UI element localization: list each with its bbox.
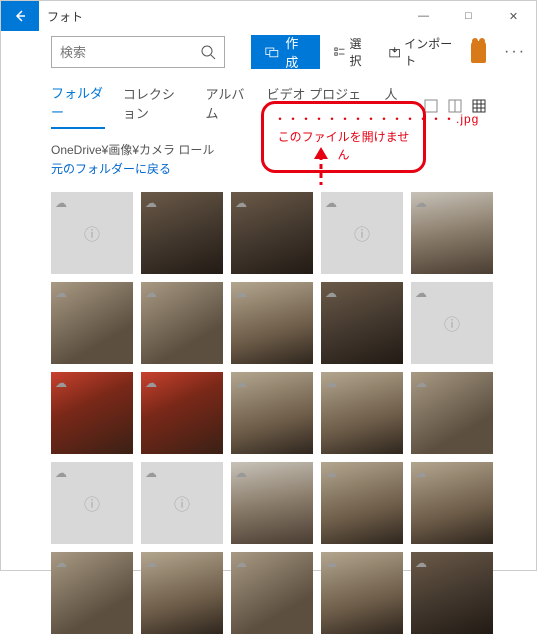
view-grid-icon[interactable] <box>472 99 486 113</box>
tab-album[interactable]: アルバム <box>206 84 249 128</box>
titlebar: フォト — □ ✕ <box>1 1 536 31</box>
photo-placeholder[interactable]: ☁ⓘ <box>51 192 133 274</box>
photo-thumbnail[interactable]: ☁ <box>411 552 493 634</box>
import-label: インポート <box>404 35 453 69</box>
back-button[interactable] <box>1 1 39 31</box>
photo-thumbnail[interactable]: ☁ <box>231 192 313 274</box>
back-to-folder-link[interactable]: 元のフォルダーに戻る <box>51 160 171 177</box>
avatar-icon[interactable] <box>471 41 486 63</box>
select-icon <box>334 45 345 59</box>
cloud-icon: ☁ <box>235 376 247 390</box>
window-controls: — □ ✕ <box>401 1 536 31</box>
view-split-icon[interactable] <box>448 99 462 113</box>
maximize-button[interactable]: □ <box>446 1 491 31</box>
annotation-arrow-icon <box>311 147 331 187</box>
cloud-icon: ☁ <box>145 556 157 570</box>
more-button[interactable]: ··· <box>494 43 536 61</box>
cloud-icon: ☁ <box>325 196 337 210</box>
photo-thumbnail[interactable]: ☁ <box>51 282 133 364</box>
cloud-icon: ☁ <box>55 466 67 480</box>
cloud-icon: ☁ <box>235 196 247 210</box>
photo-thumbnail[interactable]: ☁ <box>411 372 493 454</box>
cloud-icon: ☁ <box>415 556 427 570</box>
cloud-icon: ☁ <box>325 286 337 300</box>
photo-thumbnail[interactable]: ☁ <box>231 282 313 364</box>
cloud-icon: ☁ <box>145 376 157 390</box>
photo-thumbnail[interactable]: ☁ <box>321 282 403 364</box>
cloud-icon: ☁ <box>235 556 247 570</box>
info-icon: ⓘ <box>84 221 100 245</box>
photo-thumbnail[interactable]: ☁ <box>231 552 313 634</box>
photo-thumbnail[interactable]: ☁ <box>141 282 223 364</box>
window-title: フォト <box>47 8 401 25</box>
annotation-message: このファイルを開けません <box>274 128 413 164</box>
content-area: OneDrive¥画像¥カメラ ロール 元のフォルダーに戻る ☁ⓘ☁☁☁ⓘ☁☁☁… <box>1 129 536 634</box>
photo-thumbnail[interactable]: ☁ <box>141 192 223 274</box>
photo-thumbnail[interactable]: ☁ <box>141 372 223 454</box>
cloud-icon: ☁ <box>415 466 427 480</box>
arrow-left-icon <box>12 8 28 24</box>
import-icon <box>389 45 400 59</box>
photo-thumbnail[interactable]: ☁ <box>321 372 403 454</box>
search-box[interactable] <box>51 36 225 68</box>
photo-thumbnail[interactable]: ☁ <box>141 552 223 634</box>
cloud-icon: ☁ <box>325 466 337 480</box>
search-input[interactable] <box>60 45 200 60</box>
photo-thumbnail[interactable]: ☁ <box>51 552 133 634</box>
annotation-filename: ・・・・・・・・・・・・・・.jpg <box>274 110 413 128</box>
create-button[interactable]: 作成 <box>251 35 320 69</box>
search-icon <box>200 44 216 60</box>
cloud-icon: ☁ <box>415 196 427 210</box>
photo-placeholder[interactable]: ☁ⓘ <box>321 192 403 274</box>
photo-thumbnail[interactable]: ☁ <box>51 372 133 454</box>
photo-thumbnail[interactable]: ☁ <box>411 462 493 544</box>
photo-thumbnail[interactable]: ☁ <box>231 462 313 544</box>
cloud-icon: ☁ <box>55 196 67 210</box>
cloud-icon: ☁ <box>55 556 67 570</box>
view-mode-group <box>424 99 486 113</box>
select-button[interactable]: 選択 <box>328 35 375 69</box>
import-button[interactable]: インポート <box>383 35 459 69</box>
cloud-icon: ☁ <box>235 466 247 480</box>
tab-folder[interactable]: フォルダー <box>51 83 105 129</box>
cloud-icon: ☁ <box>415 376 427 390</box>
toolbar: 作成 選択 インポート ··· <box>1 31 536 73</box>
cloud-icon: ☁ <box>325 376 337 390</box>
view-single-icon[interactable] <box>424 99 438 113</box>
cloud-icon: ☁ <box>325 556 337 570</box>
info-icon: ⓘ <box>444 311 460 335</box>
info-icon: ⓘ <box>84 491 100 515</box>
info-icon: ⓘ <box>174 491 190 515</box>
photo-placeholder[interactable]: ☁ⓘ <box>51 462 133 544</box>
minimize-button[interactable]: — <box>401 1 446 31</box>
close-button[interactable]: ✕ <box>491 1 536 31</box>
photo-thumbnail[interactable]: ☁ <box>321 552 403 634</box>
photo-thumbnail[interactable]: ☁ <box>321 462 403 544</box>
tab-collection[interactable]: コレクション <box>123 84 188 128</box>
photo-thumbnail[interactable]: ☁ <box>231 372 313 454</box>
cloud-icon: ☁ <box>415 286 427 300</box>
select-label: 選択 <box>350 35 369 69</box>
cloud-icon: ☁ <box>235 286 247 300</box>
cloud-icon: ☁ <box>55 286 67 300</box>
photo-placeholder[interactable]: ☁ⓘ <box>411 282 493 364</box>
cloud-icon: ☁ <box>55 376 67 390</box>
photo-grid: ☁ⓘ☁☁☁ⓘ☁☁☁☁☁☁ⓘ☁☁☁☁☁☁ⓘ☁ⓘ☁☁☁☁☁☁☁☁ <box>51 192 486 634</box>
create-label: 作成 <box>285 33 306 71</box>
cloud-icon: ☁ <box>145 286 157 300</box>
error-annotation: ・・・・・・・・・・・・・・.jpg このファイルを開けません <box>261 101 426 173</box>
create-icon <box>265 44 279 60</box>
cloud-icon: ☁ <box>145 466 157 480</box>
info-icon: ⓘ <box>354 221 370 245</box>
photo-thumbnail[interactable]: ☁ <box>411 192 493 274</box>
photo-placeholder[interactable]: ☁ⓘ <box>141 462 223 544</box>
cloud-icon: ☁ <box>145 196 157 210</box>
